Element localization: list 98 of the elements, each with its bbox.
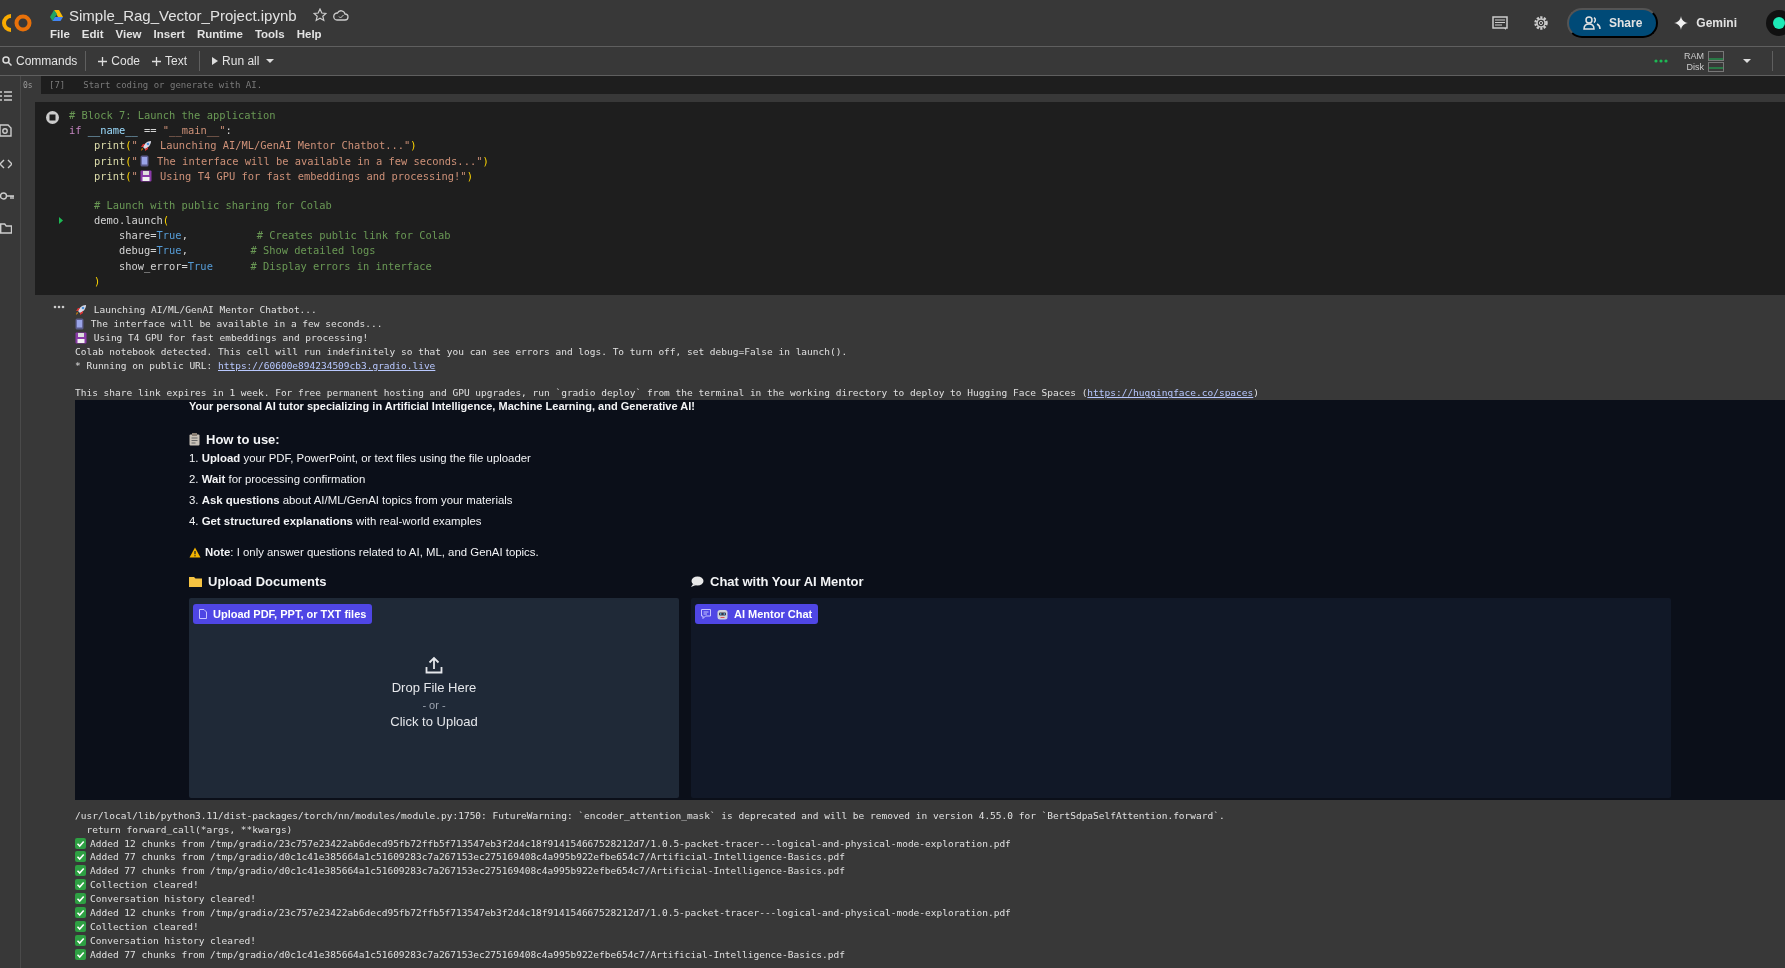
check-icon [75, 893, 86, 905]
output-line: Launching AI/ML/GenAI Mentor Chatbot... [92, 303, 317, 317]
play-icon [212, 57, 219, 65]
rocket-icon [75, 303, 87, 316]
connected-dots-icon [1654, 59, 1668, 63]
url-link[interactable]: https://huggingface.co/spaces [1087, 387, 1254, 399]
menu-item[interactable]: Help [290, 27, 328, 40]
log-line: Added 77 chunks from /tmp/gradio/d0c1c41e385664a1c51609283c7a267153ec275169408c4a995b922efbe654c7/Artificial-Intelligence-Basics.pdf [90, 948, 845, 960]
more-icon[interactable] [53, 305, 65, 309]
log-line: /usr/local/lib/python3.11/dist-packages/torch/nn/modules/module.py:1750: FutureWarning: `encoder_attention_mask` is deprecated and will be removed in version 4.55.0 for `BertSdpaSelfAttention.forward`. [75, 809, 1225, 821]
plus-icon [152, 56, 162, 66]
note-text: Note: I only answer questions related to AI, ML, and GenAI topics. [205, 546, 539, 559]
log-line: Collection cleared! [90, 920, 199, 932]
settings-icon[interactable] [1532, 15, 1549, 31]
notebook-title[interactable]: Simple_Rag_Vector_Project.ipynb [69, 6, 297, 24]
resources-indicator[interactable]: RAM Disk [1684, 50, 1724, 72]
code-icon[interactable] [0, 159, 12, 169]
instruction-step: 4. Get structured explanations with real-world examples [189, 511, 1785, 533]
share-button[interactable]: Share [1566, 8, 1659, 38]
check-icon [75, 934, 86, 946]
execution-time: 0s [22, 80, 34, 90]
log-line: Added 12 chunks from /tmp/gradio/23c757e23422ab6decd95fb72ffb5f713547eb3f2d4c18f914154667528212d7/1.0.5-packet-tracer---logical-and-physical-mode-exploration.pdf [90, 907, 1011, 918]
output-line: * Running on public URL: https://60600e894234509cb3.gradio.live [75, 358, 436, 373]
clipboard-icon [189, 432, 200, 446]
output-line: This share link expires in 1 week. For free permanent hosting and GPU upgrades, run `gradio deploy` from the terminal in the working directory to deploy to Hugging Face Spaces (https://huggingface.co/spaces) [75, 386, 1259, 401]
check-icon [75, 879, 86, 891]
log-line: Added 12 chunks from /tmp/gradio/23c757e23422ab6decd95fb72ffb5f713547eb3f2d4c18f914154667528212d7/1.0.5-packet-tracer---logical-and-physical-mode-exploration.pdf [90, 837, 1011, 849]
menu-item[interactable]: Runtime [190, 27, 249, 40]
check-icon [75, 865, 86, 877]
run-all-button[interactable]: Run all [206, 49, 266, 73]
check-icon [75, 837, 86, 849]
menu-item[interactable]: View [109, 27, 148, 40]
execution-count: [7] [49, 80, 66, 90]
upload-dropzone[interactable]: Upload PDF, PPT, or TXT files Drop File Here - or - Click to Upload [189, 598, 679, 799]
section-heading: Chat with Your AI Mentor [710, 573, 864, 589]
drive-icon [50, 9, 63, 21]
cloud-icon[interactable] [332, 9, 349, 21]
log-line: Added 77 chunks from /tmp/gradio/d0c1c41e385664a1c51609283c7a267153ec275169408c4a995b922efbe654c7/Artificial-Intelligence-Basics.pdf [90, 865, 845, 877]
section-heading: How to use: [206, 431, 280, 447]
menu-item[interactable]: Edit [75, 27, 110, 40]
output-line: Using T4 GPU for fast embeddings and processing! [92, 330, 369, 345]
star-icon[interactable] [312, 8, 327, 22]
check-icon [75, 907, 86, 918]
comment-icon[interactable] [1491, 15, 1508, 31]
speech-bubble-icon [691, 575, 704, 587]
log-line: Conversation history cleared! [90, 893, 256, 905]
folder-icon[interactable] [0, 223, 12, 234]
log-line: return forward_call(*args, **kwargs) [85, 823, 293, 835]
chat-icon [701, 609, 711, 620]
url-link[interactable]: https://60600e894234509cb3.gradio.live [218, 359, 436, 371]
menu-item[interactable]: Tools [248, 27, 291, 40]
add-code-button[interactable]: Code [92, 49, 147, 73]
people-icon [1582, 16, 1601, 30]
caret-icon[interactable] [1742, 58, 1752, 64]
check-icon [75, 920, 86, 932]
upload-label: Upload PDF, PPT, or TXT files [193, 604, 373, 625]
phone-icon [139, 155, 149, 168]
instruction-step: 3. Ask questions about AI/ML/GenAI topics from your materials [189, 490, 1785, 512]
menu-item[interactable]: Insert [147, 27, 191, 40]
avatar[interactable] [1765, 9, 1785, 37]
sparkle-icon [1674, 16, 1689, 30]
check-icon [75, 851, 86, 863]
menu-item[interactable]: File [50, 27, 76, 40]
key-icon[interactable] [0, 191, 14, 201]
upload-icon [425, 656, 443, 675]
section-heading: Upload Documents [208, 573, 327, 589]
check-icon [75, 948, 86, 960]
disk-meter [1708, 61, 1724, 72]
log-line: Conversation history cleared! [90, 934, 256, 946]
rocket-icon [139, 139, 152, 152]
click-to-upload-text: Click to Upload [390, 714, 478, 730]
instruction-step: 1. Upload your PDF, PowerPoint, or text files using the file uploader [189, 448, 1785, 470]
caret-icon[interactable] [265, 58, 276, 64]
chat-label: AI Mentor Chat [695, 604, 819, 625]
ram-meter [1708, 50, 1724, 61]
cell-placeholder[interactable]: Start coding or generate with AI. [83, 80, 263, 90]
drop-text: Drop File Here [391, 680, 477, 696]
folder-icon [189, 575, 202, 587]
phone-icon [75, 317, 84, 330]
gemini-button[interactable]: Gemini [1674, 16, 1737, 30]
log-line: Added 77 chunks from /tmp/gradio/d0c1c41e385664a1c51609283c7a267153ec275169408c4a995b922efbe654c7/Artificial-Intelligence-Basics.pdf [90, 851, 845, 863]
app-subtitle: Your personal AI tutor specializing in Artificial Intelligence, Machine Learning, and Generative AI! [189, 400, 696, 415]
or-separator: - or - [422, 699, 446, 712]
find-icon[interactable] [0, 124, 12, 137]
output-line: The interface will be available in a few seconds... [89, 316, 383, 331]
output-line: Colab notebook detected. This cell will run indefinitely so that you can see errors and logs. To turn off, set debug=False in launch(). [75, 344, 848, 359]
colab-logo [0, 12, 34, 34]
robot-icon [717, 608, 728, 620]
log-line: Collection cleared! [90, 879, 199, 891]
warning-icon [189, 546, 201, 558]
search-icon [2, 56, 12, 66]
list-icon[interactable] [0, 90, 12, 102]
instruction-step: 2. Wait for processing confirmation [189, 469, 1785, 491]
stop-button[interactable] [44, 110, 60, 125]
add-text-button[interactable]: Text [146, 49, 194, 73]
commands-button[interactable]: Commands [0, 49, 80, 73]
file-icon [199, 609, 207, 620]
plus-icon [98, 56, 108, 66]
